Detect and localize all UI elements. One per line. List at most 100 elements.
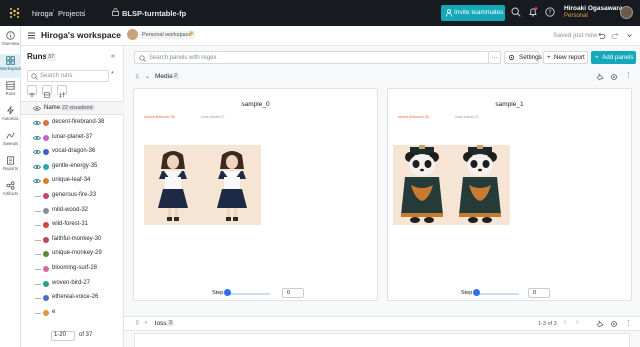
collapse-sidebar-icon[interactable]: « [111,53,115,60]
nav-item-overview[interactable]: Overview [0,29,21,53]
chevron-right-icon[interactable]: › [145,320,147,326]
run-color-dot[interactable] [43,251,49,258]
run-name[interactable]: lunar-planet-37 [52,134,92,140]
hidden-toggle[interactable] [35,196,41,197]
step-slider-track[interactable] [226,293,270,295]
hidden-toggle[interactable] [35,225,41,227]
run-row[interactable]: decent-firebrand-38 [21,118,124,129]
step-slider-track[interactable] [475,293,519,295]
runs-search-input[interactable]: Search runs [27,70,109,82]
hidden-toggle[interactable] [35,210,41,212]
next-page-icon[interactable]: › [576,319,578,326]
gear-icon[interactable] [610,320,618,328]
nav-item-automations[interactable]: Automat. [0,104,21,128]
chevron-down-icon[interactable] [625,31,634,40]
redo-icon[interactable] [611,31,620,40]
run-name[interactable]: unique-monkey-29 [52,250,102,256]
pin-icon[interactable] [596,320,604,328]
more-icon[interactable]: ⋮ [625,71,633,79]
run-name[interactable]: decent-firebrand-38 [52,119,104,125]
breadcrumb-user[interactable]: hiroga [32,9,53,18]
run-row[interactable]: e [21,308,124,319]
hidden-toggle[interactable] [35,312,41,314]
run-row[interactable]: lunar-planet-37 [21,133,124,144]
run-row[interactable]: mild-wood-32 [21,206,124,217]
step-slider-knob[interactable] [473,289,480,296]
new-report-button[interactable]: + New report [543,51,588,64]
run-color-dot[interactable] [43,163,49,170]
step-input[interactable]: 0 [528,288,550,298]
sparkle-icon[interactable]: ✷ [188,29,195,38]
hidden-toggle[interactable] [35,298,41,300]
breadcrumb-projects[interactable]: Projects [58,9,85,18]
workspace-badge[interactable]: Personal workspace [139,31,195,39]
run-row[interactable]: unique-monkey-29 [21,249,124,260]
run-name[interactable]: unique-leaf-34 [52,177,90,183]
run-name[interactable]: faithful-monkey-30 [52,236,101,242]
step-input[interactable]: 0 [282,288,304,298]
step-slider-knob[interactable] [224,289,231,296]
eye-icon[interactable] [33,164,41,170]
chevron-down-icon[interactable]: ⌄ [145,73,150,80]
gear-icon[interactable] [610,73,618,81]
run-name[interactable]: ethereal-voice-26 [52,294,98,300]
run-name[interactable]: generous-fire-33 [52,192,96,198]
bell-icon[interactable] [528,7,538,17]
run-row[interactable]: unique-leaf-34 [21,176,124,187]
run-row[interactable]: ethereal-voice-26 [21,293,124,304]
loss-section-header[interactable]: ⠿ › loss 3 1-3 of 3 ‹ › ⋮ [124,316,640,331]
run-name[interactable]: e [52,309,55,315]
undo-icon[interactable] [597,31,606,40]
eye-icon[interactable] [33,120,41,126]
run-row[interactable]: woven-bird-27 [21,279,124,290]
run-color-dot[interactable] [43,236,49,243]
hidden-toggle[interactable] [35,239,41,241]
eye-icon[interactable] [33,105,41,112]
nav-item-reports[interactable]: Reports [0,154,21,178]
media-panel-sample-0[interactable]: sample_0 decent-firebrand-38 lunar-plane… [133,88,378,301]
drag-handle-icon[interactable]: ⠿ [135,320,139,327]
run-color-dot[interactable] [43,193,49,199]
eye-icon[interactable] [33,149,41,155]
more-options-button[interactable]: ··· [488,51,501,64]
hidden-toggle[interactable] [35,254,41,256]
run-row[interactable]: generous-fire-33 [21,191,124,202]
name-column-label[interactable]: Name [44,105,60,111]
nav-item-runs[interactable]: Runs [0,79,21,103]
run-row[interactable]: wild-forest-31 [21,220,124,231]
run-row[interactable]: vocal-dragon-36 [21,147,124,158]
girls-image[interactable] [144,145,261,225]
more-icon[interactable]: ⋮ [625,319,632,327]
panel-search-input[interactable]: Search panels with regex [134,51,489,64]
run-name[interactable]: gentle-energy-35 [52,163,97,169]
run-name[interactable]: mild-wood-32 [52,207,88,213]
run-color-dot[interactable] [43,309,49,316]
run-name[interactable]: woven-bird-27 [52,280,90,286]
nav-item-sweeps[interactable]: Sweeps [0,129,21,153]
regex-toggle[interactable]: * [111,71,114,78]
run-color-dot[interactable] [43,222,49,229]
media-panel-sample-1[interactable]: sample_1 decent-firebrand-38 lunar-plane… [387,88,632,301]
drag-handle-icon[interactable]: ⠿ [135,74,139,81]
settings-button[interactable]: Settings [504,51,542,64]
run-name[interactable]: vocal-dragon-36 [52,148,95,154]
hidden-toggle[interactable] [35,283,41,285]
run-row[interactable]: gentle-energy-35 [21,162,124,173]
run-color-dot[interactable] [43,207,49,214]
eye-icon[interactable] [33,135,41,141]
wandb-logo-icon[interactable] [9,7,20,19]
eye-icon[interactable] [33,178,41,184]
group-button[interactable] [42,85,52,98]
search-icon[interactable] [511,7,521,17]
hidden-toggle[interactable] [35,269,41,270]
loss-panel-preview[interactable] [134,333,630,347]
help-icon[interactable]: ? [545,7,555,17]
run-name[interactable]: wild-forest-31 [52,221,88,227]
prev-page-icon[interactable]: ‹ [564,319,566,326]
media-section-header[interactable]: ⠿ ⌄ Media 2 ⋮ [124,71,640,84]
run-row[interactable]: blooming-surf-28 [21,264,124,275]
user-avatar[interactable] [620,6,633,19]
filter-button[interactable] [27,85,37,97]
invite-teammates-button[interactable]: Invite teammates [441,5,505,21]
run-color-dot[interactable] [43,134,49,141]
